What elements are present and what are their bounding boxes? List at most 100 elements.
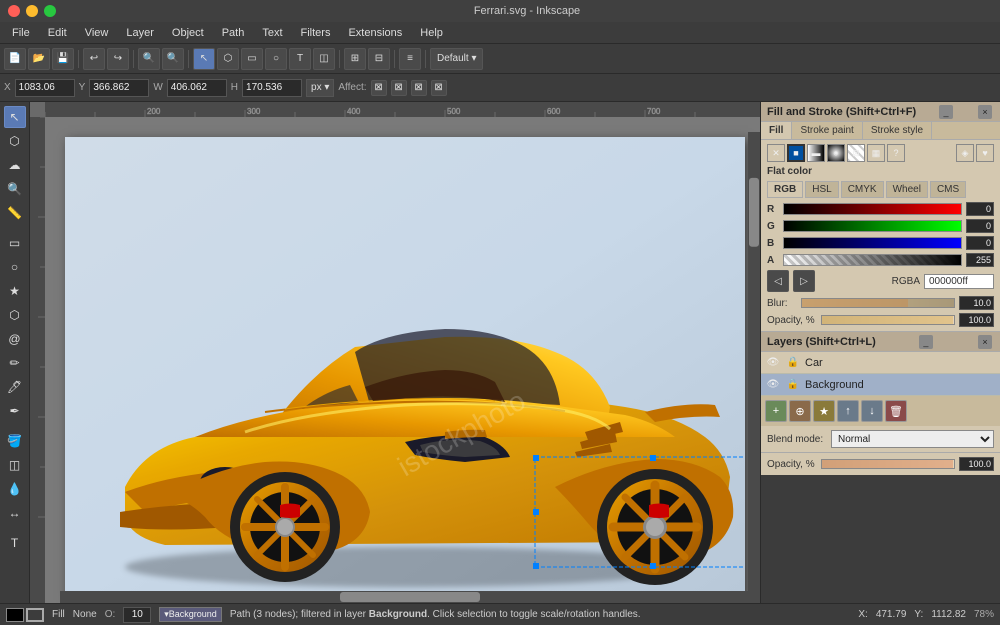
- menu-extensions[interactable]: Extensions: [340, 25, 410, 41]
- bucket-tool[interactable]: 🪣: [4, 430, 26, 452]
- b-slider[interactable]: [783, 237, 962, 249]
- layer-duplicate-btn[interactable]: ⊕: [789, 400, 811, 422]
- menu-view[interactable]: View: [77, 25, 117, 41]
- layers-minimize[interactable]: _: [919, 335, 933, 349]
- tab-stroke-style[interactable]: Stroke style: [863, 122, 932, 139]
- unit-selector[interactable]: px ▾: [306, 79, 334, 97]
- layer-car-lock[interactable]: 🔒: [785, 355, 801, 371]
- zoom-out-button[interactable]: 🔍: [162, 48, 184, 70]
- fill-stroke-close[interactable]: ×: [978, 105, 992, 119]
- ungroup-button[interactable]: ⊟: [368, 48, 390, 70]
- h-input[interactable]: [242, 79, 302, 97]
- y-input[interactable]: [89, 79, 149, 97]
- zoom-in-button[interactable]: 🔍: [138, 48, 160, 70]
- maximize-button[interactable]: [44, 5, 56, 17]
- rgba-input[interactable]: [924, 274, 994, 289]
- undo-button[interactable]: ↩: [83, 48, 105, 70]
- layer-up-btn[interactable]: ↑: [837, 400, 859, 422]
- text-tool-left[interactable]: T: [4, 532, 26, 554]
- x-input[interactable]: [15, 79, 75, 97]
- node-tool[interactable]: ⬡: [217, 48, 239, 70]
- open-button[interactable]: 📂: [28, 48, 50, 70]
- opacity-slider[interactable]: [821, 315, 955, 325]
- affect-y-btn[interactable]: ⊠: [391, 80, 407, 96]
- layer-car-eye[interactable]: 👁: [765, 355, 781, 371]
- affect-w-btn[interactable]: ⊠: [411, 80, 427, 96]
- layer-opacity-slider[interactable]: [821, 459, 955, 469]
- fill-none-btn[interactable]: ✕: [767, 144, 785, 162]
- fill-pattern-btn[interactable]: ⊠: [847, 144, 865, 162]
- rect-tool[interactable]: ▭: [241, 48, 263, 70]
- blur-slider[interactable]: [801, 298, 955, 308]
- drawing-surface[interactable]: istockphoto: [45, 117, 760, 603]
- a-slider[interactable]: [783, 254, 962, 266]
- selector-tool[interactable]: ↖: [4, 106, 26, 128]
- pen-tool[interactable]: 🖊: [4, 376, 26, 398]
- measure-tool[interactable]: 📏: [4, 202, 26, 224]
- canvas-area[interactable]: 200 300 400 500 600 700: [30, 102, 760, 603]
- menu-object[interactable]: Object: [164, 25, 212, 41]
- a-value[interactable]: [966, 253, 994, 267]
- text-tool[interactable]: T: [289, 48, 311, 70]
- horizontal-scrollbar[interactable]: [60, 591, 760, 603]
- eyedropper-tool[interactable]: 💧: [4, 478, 26, 500]
- 3d-box-tool[interactable]: ⬡: [4, 304, 26, 326]
- layer-down-btn[interactable]: ↓: [861, 400, 883, 422]
- g-value[interactable]: [966, 219, 994, 233]
- blur-value[interactable]: [959, 296, 994, 310]
- fill-stroke-minimize[interactable]: _: [939, 105, 953, 119]
- fill-swatch-btn[interactable]: ▦: [867, 144, 885, 162]
- menu-file[interactable]: File: [4, 25, 38, 41]
- g-slider[interactable]: [783, 220, 962, 232]
- calligraphy-tool[interactable]: ✒: [4, 400, 26, 422]
- fill-radial-btn[interactable]: ○: [827, 144, 845, 162]
- layer-car[interactable]: 👁 🔒 Car: [761, 352, 1000, 374]
- opacity-input[interactable]: [123, 607, 151, 623]
- menu-filters[interactable]: Filters: [293, 25, 339, 41]
- circle-tool[interactable]: ○: [265, 48, 287, 70]
- color-tab-cms[interactable]: CMS: [930, 181, 966, 198]
- select-tool[interactable]: ↖: [193, 48, 215, 70]
- layer-delete-btn[interactable]: 🗑: [885, 400, 907, 422]
- star-tool[interactable]: ★: [4, 280, 26, 302]
- tab-stroke-paint[interactable]: Stroke paint: [792, 122, 862, 139]
- redo-button[interactable]: ↪: [107, 48, 129, 70]
- fill-unknown-btn[interactable]: ?: [887, 144, 905, 162]
- opacity-value[interactable]: [959, 313, 994, 327]
- rect-draw-tool[interactable]: ▭: [4, 232, 26, 254]
- connector-tool[interactable]: ↔: [4, 502, 26, 524]
- menu-layer[interactable]: Layer: [118, 25, 162, 41]
- layer-star-btn[interactable]: ★: [813, 400, 835, 422]
- color-tab-hsl[interactable]: HSL: [805, 181, 838, 198]
- blend-select[interactable]: Normal Multiply Screen Overlay: [831, 430, 994, 448]
- r-value[interactable]: [966, 202, 994, 216]
- fill-extra-btn1[interactable]: ◈: [956, 144, 974, 162]
- affect-x-btn[interactable]: ⊠: [371, 80, 387, 96]
- close-button[interactable]: [8, 5, 20, 17]
- menu-text[interactable]: Text: [254, 25, 290, 41]
- default-dropdown[interactable]: Default ▾: [430, 48, 483, 70]
- color-tab-cmyk[interactable]: CMYK: [841, 181, 884, 198]
- layer-bg-lock[interactable]: 🔒: [785, 377, 801, 393]
- minimize-button[interactable]: [26, 5, 38, 17]
- menu-help[interactable]: Help: [412, 25, 451, 41]
- tweak-tool[interactable]: ☁: [4, 154, 26, 176]
- gradient-edit-tool[interactable]: ◫: [4, 454, 26, 476]
- affect-h-btn[interactable]: ⊠: [431, 80, 447, 96]
- menu-edit[interactable]: Edit: [40, 25, 75, 41]
- save-button[interactable]: 💾: [52, 48, 74, 70]
- b-value[interactable]: [966, 236, 994, 250]
- prev-color-btn[interactable]: ◁: [767, 270, 789, 292]
- gradient-tool[interactable]: ◫: [313, 48, 335, 70]
- layer-bg-eye[interactable]: 👁: [765, 377, 781, 393]
- layer-selector-btn[interactable]: ▾Background: [159, 607, 222, 622]
- vertical-scrollbar[interactable]: [748, 132, 760, 591]
- layer-add-btn[interactable]: +: [765, 400, 787, 422]
- layer-background[interactable]: 👁 🔒 Background: [761, 374, 1000, 396]
- color-tab-rgb[interactable]: RGB: [767, 181, 803, 198]
- r-slider[interactable]: [783, 203, 962, 215]
- fill-flat-btn[interactable]: ■: [787, 144, 805, 162]
- menu-path[interactable]: Path: [214, 25, 253, 41]
- node-edit-tool[interactable]: ⬡: [4, 130, 26, 152]
- layers-close[interactable]: ×: [978, 335, 992, 349]
